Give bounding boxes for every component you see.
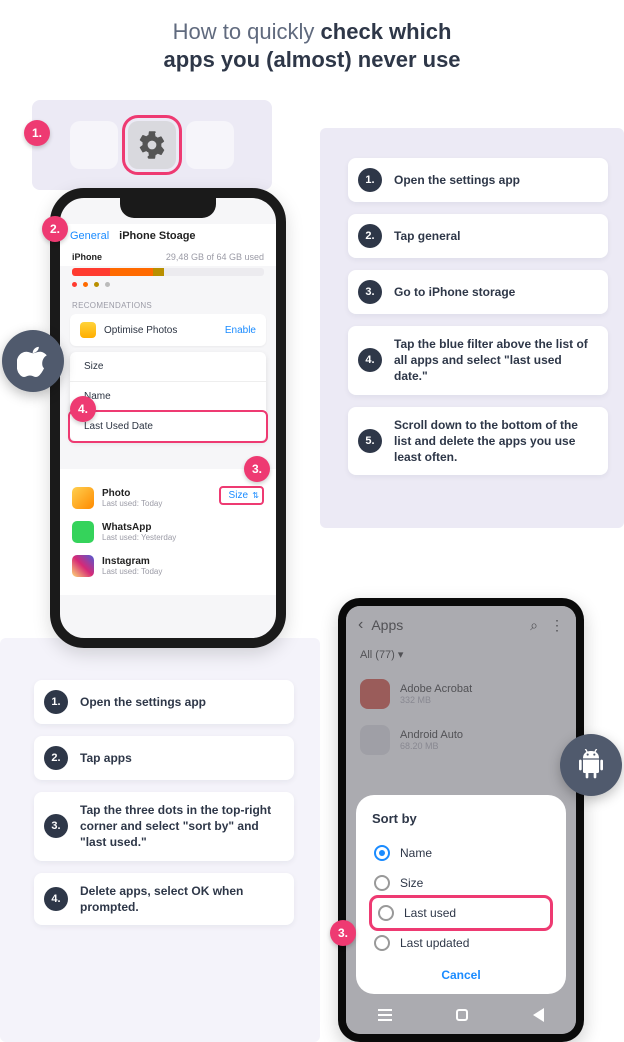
enable-button[interactable]: Enable <box>225 325 256 336</box>
sort-option-name[interactable]: Name <box>70 382 266 412</box>
radio-label: Last updated <box>400 936 469 950</box>
photo-icon <box>72 487 94 509</box>
sort-menu: Size Name Last Used Date <box>70 352 266 441</box>
sort-sheet: Sort by Name Size Last used Last updated… <box>356 795 566 994</box>
back-button[interactable]: General <box>70 230 109 242</box>
step-text: Tap the three dots in the top-right corn… <box>80 802 282 851</box>
storage-usage: 29,48 GB of 64 GB used <box>166 252 264 262</box>
app-subtext: Last used: Yesterday <box>102 533 176 542</box>
sort-chip[interactable]: Size <box>219 486 264 505</box>
settings-icon-callout <box>32 100 272 190</box>
step-number: 2. <box>358 224 382 248</box>
step-text: Tap the blue filter above the list of al… <box>394 336 596 385</box>
device-name: iPhone <box>72 252 102 262</box>
homescreen-tile <box>70 121 118 169</box>
step-text: Tap general <box>394 228 460 244</box>
step-text: Open the settings app <box>80 694 206 710</box>
step-number: 4. <box>358 348 382 372</box>
app-subtext: Last used: Today <box>102 567 162 576</box>
android-navbar <box>346 1002 576 1028</box>
step-text: Tap apps <box>80 750 132 766</box>
whatsapp-icon <box>72 521 94 543</box>
android-icon <box>575 749 607 781</box>
app-row[interactable]: InstagramLast used: Today <box>72 549 264 583</box>
step-number: 4. <box>44 887 68 911</box>
apple-icon <box>17 345 49 377</box>
step-number: 3. <box>44 814 68 838</box>
android-step: 4. Delete apps, select OK when prompted. <box>34 873 294 925</box>
homescreen-tile <box>186 121 234 169</box>
step-text: Scroll down to the bottom of the list an… <box>394 417 596 466</box>
sort-radio-last-used[interactable]: Last used <box>372 898 550 928</box>
step-text: Open the settings app <box>394 172 520 188</box>
sort-radio-last-updated[interactable]: Last updated <box>372 928 550 958</box>
radio-icon <box>374 845 390 861</box>
radio-label: Name <box>400 846 432 860</box>
radio-icon <box>378 905 394 921</box>
android-platform-badge <box>560 734 622 796</box>
nav-bar: General iPhone Stoage <box>60 224 276 248</box>
step-number: 2. <box>44 746 68 770</box>
android-callout-badge-3: 3. <box>330 920 356 946</box>
storage-bar <box>72 268 264 276</box>
radio-label: Last used <box>404 906 456 920</box>
ios-step: 2. Tap general <box>348 214 608 258</box>
back-button[interactable] <box>533 1008 544 1022</box>
ios-step-list: 1. Open the settings app 2. Tap general 3.… <box>348 158 608 475</box>
ios-step: 4. Tap the blue filter above the list of … <box>348 326 608 395</box>
cancel-button[interactable]: Cancel <box>372 958 550 984</box>
step-number: 5. <box>358 429 382 453</box>
screen-title: iPhone Stoage <box>119 230 195 242</box>
android-step: 3. Tap the three dots in the top-right co… <box>34 792 294 861</box>
storage-legend <box>60 282 276 293</box>
instagram-icon <box>72 555 94 577</box>
storage-row: iPhone 29,48 GB of 64 GB used <box>60 248 276 266</box>
app-name: Photo <box>102 488 162 499</box>
photos-icon <box>80 322 96 338</box>
settings-app-icon[interactable] <box>128 121 176 169</box>
home-button[interactable] <box>456 1009 468 1021</box>
sort-radio-name[interactable]: Name <box>372 838 550 868</box>
recommendations-label: RECOMENDATIONS <box>60 293 276 314</box>
android-mockup: ‹ Apps ⌕ ⋮ All (77) ▾ Adobe Acrobat332 M… <box>338 598 584 1042</box>
sort-radio-size[interactable]: Size <box>372 868 550 898</box>
radio-label: Size <box>400 876 423 890</box>
iphone-notch <box>120 196 216 218</box>
apple-platform-badge <box>2 330 64 392</box>
android-step-list: 1. Open the settings app 2. Tap apps 3. Tap… <box>34 680 294 925</box>
sheet-title: Sort by <box>372 811 550 826</box>
step-number: 1. <box>44 690 68 714</box>
app-name: WhatsApp <box>102 522 176 533</box>
step-text: Go to iPhone storage <box>394 284 515 300</box>
page-title: How to quickly check which apps you (alm… <box>0 18 624 73</box>
ios-step: 1. Open the settings app <box>348 158 608 202</box>
app-subtext: Last used: Today <box>102 499 162 508</box>
callout-badge-4: 4. <box>70 396 96 422</box>
step-number: 1. <box>358 168 382 192</box>
optimise-label: Optimise Photos <box>104 325 177 336</box>
radio-icon <box>374 875 390 891</box>
android-step: 2. Tap apps <box>34 736 294 780</box>
recents-button[interactable] <box>378 1009 392 1021</box>
sort-option-size[interactable]: Size <box>70 352 266 382</box>
radio-icon <box>374 935 390 951</box>
sort-option-last-used[interactable]: Last Used Date <box>70 412 266 441</box>
app-row[interactable]: WhatsAppLast used: Yesterday <box>72 515 264 549</box>
callout-badge-2: 2. <box>42 216 68 242</box>
step-number: 3. <box>358 280 382 304</box>
callout-badge-3: 3. <box>244 456 270 482</box>
gear-icon <box>137 130 167 160</box>
step-text: Delete apps, select OK when prompted. <box>80 883 282 915</box>
app-name: Instagram <box>102 556 162 567</box>
optimise-card: Optimise Photos Enable <box>70 314 266 346</box>
android-step: 1. Open the settings app <box>34 680 294 724</box>
ios-step: 5. Scroll down to the bottom of the list … <box>348 407 608 476</box>
ios-step: 3. Go to iPhone storage <box>348 270 608 314</box>
callout-badge-1: 1. <box>24 120 50 146</box>
